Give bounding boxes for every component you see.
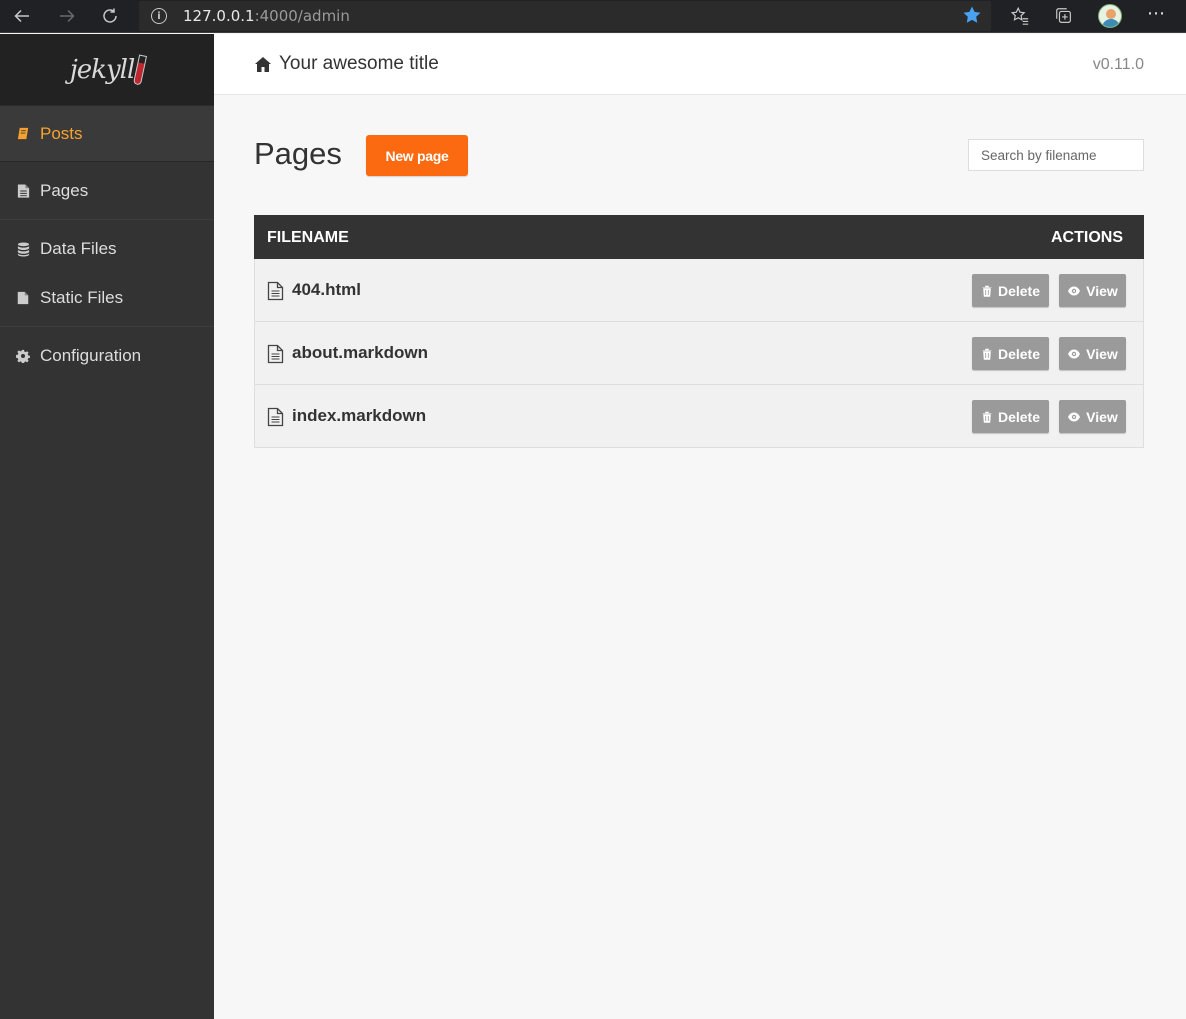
filename-link[interactable]: index.markdown — [292, 406, 426, 426]
browser-toolbar: i 127.0.0.1:4000/admin ⋯ — [0, 0, 1186, 33]
file-text-icon — [14, 182, 32, 200]
reload-button[interactable] — [97, 4, 123, 28]
gear-icon — [14, 347, 32, 365]
table-header: FILENAME ACTIONS — [254, 215, 1144, 259]
table-row: about.markdown Delete View — [254, 322, 1144, 385]
view-button[interactable]: View — [1059, 274, 1126, 307]
favorites-list-icon — [1010, 6, 1029, 25]
arrow-right-icon — [60, 9, 75, 23]
trash-icon — [982, 348, 992, 360]
back-button[interactable] — [9, 4, 35, 28]
table-row: index.markdown Delete View — [254, 385, 1144, 448]
url-text: 127.0.0.1:4000/admin — [183, 7, 350, 25]
site-title-link[interactable]: Your awesome title — [279, 53, 439, 75]
version-label: v0.11.0 — [1092, 56, 1144, 73]
sidebar: jekyll Posts Pages Data Files Static Fil… — [0, 34, 214, 1019]
delete-button[interactable]: Delete — [972, 274, 1049, 307]
collections-button[interactable] — [1053, 5, 1075, 27]
sidebar-item-posts[interactable]: Posts — [0, 105, 214, 162]
eye-icon — [1068, 286, 1081, 295]
document-icon — [267, 407, 284, 427]
view-button[interactable]: View — [1059, 337, 1126, 370]
view-button[interactable]: View — [1059, 400, 1126, 433]
trash-icon — [982, 411, 992, 423]
address-bar[interactable]: i 127.0.0.1:4000/admin — [139, 1, 991, 31]
file-icon — [14, 289, 32, 307]
sidebar-divider — [0, 219, 214, 220]
database-icon — [14, 240, 32, 258]
column-header-filename: FILENAME — [267, 229, 349, 246]
more-menu-icon[interactable]: ⋯ — [1146, 5, 1166, 27]
delete-button[interactable]: Delete — [972, 400, 1049, 433]
jekyll-logo[interactable]: jekyll — [0, 34, 214, 105]
arrow-left-icon — [14, 9, 29, 23]
filename-link[interactable]: 404.html — [292, 280, 361, 300]
column-header-actions: ACTIONS — [1051, 229, 1123, 246]
search-input[interactable] — [968, 139, 1144, 171]
home-icon[interactable] — [254, 56, 272, 73]
page-title: Pages — [254, 136, 342, 171]
reload-icon — [103, 8, 117, 23]
pages-table: FILENAME ACTIONS 404.html Delete View ab… — [254, 215, 1144, 448]
test-tube-icon — [133, 53, 148, 86]
sidebar-item-data-files[interactable]: Data Files — [0, 224, 214, 273]
profile-avatar[interactable] — [1098, 4, 1122, 28]
filename-link[interactable]: about.markdown — [292, 343, 428, 363]
eye-icon — [1068, 412, 1081, 421]
document-icon — [267, 281, 284, 301]
favorites-button[interactable] — [1009, 5, 1031, 27]
document-icon — [267, 344, 284, 364]
trash-icon — [982, 285, 992, 297]
site-info-icon[interactable]: i — [151, 8, 167, 24]
sidebar-item-configuration[interactable]: Configuration — [0, 327, 214, 384]
favorite-star-icon[interactable] — [962, 5, 982, 25]
new-page-button[interactable]: New page — [366, 135, 468, 176]
header-bar: Your awesome title v0.11.0 — [214, 34, 1186, 95]
delete-button[interactable]: Delete — [972, 337, 1049, 370]
book-icon — [14, 125, 32, 143]
sidebar-item-pages[interactable]: Pages — [0, 162, 214, 219]
table-row: 404.html Delete View — [254, 259, 1144, 322]
forward-button[interactable] — [54, 4, 80, 28]
collections-icon — [1056, 8, 1071, 23]
sidebar-item-static-files[interactable]: Static Files — [0, 273, 214, 322]
eye-icon — [1068, 349, 1081, 358]
